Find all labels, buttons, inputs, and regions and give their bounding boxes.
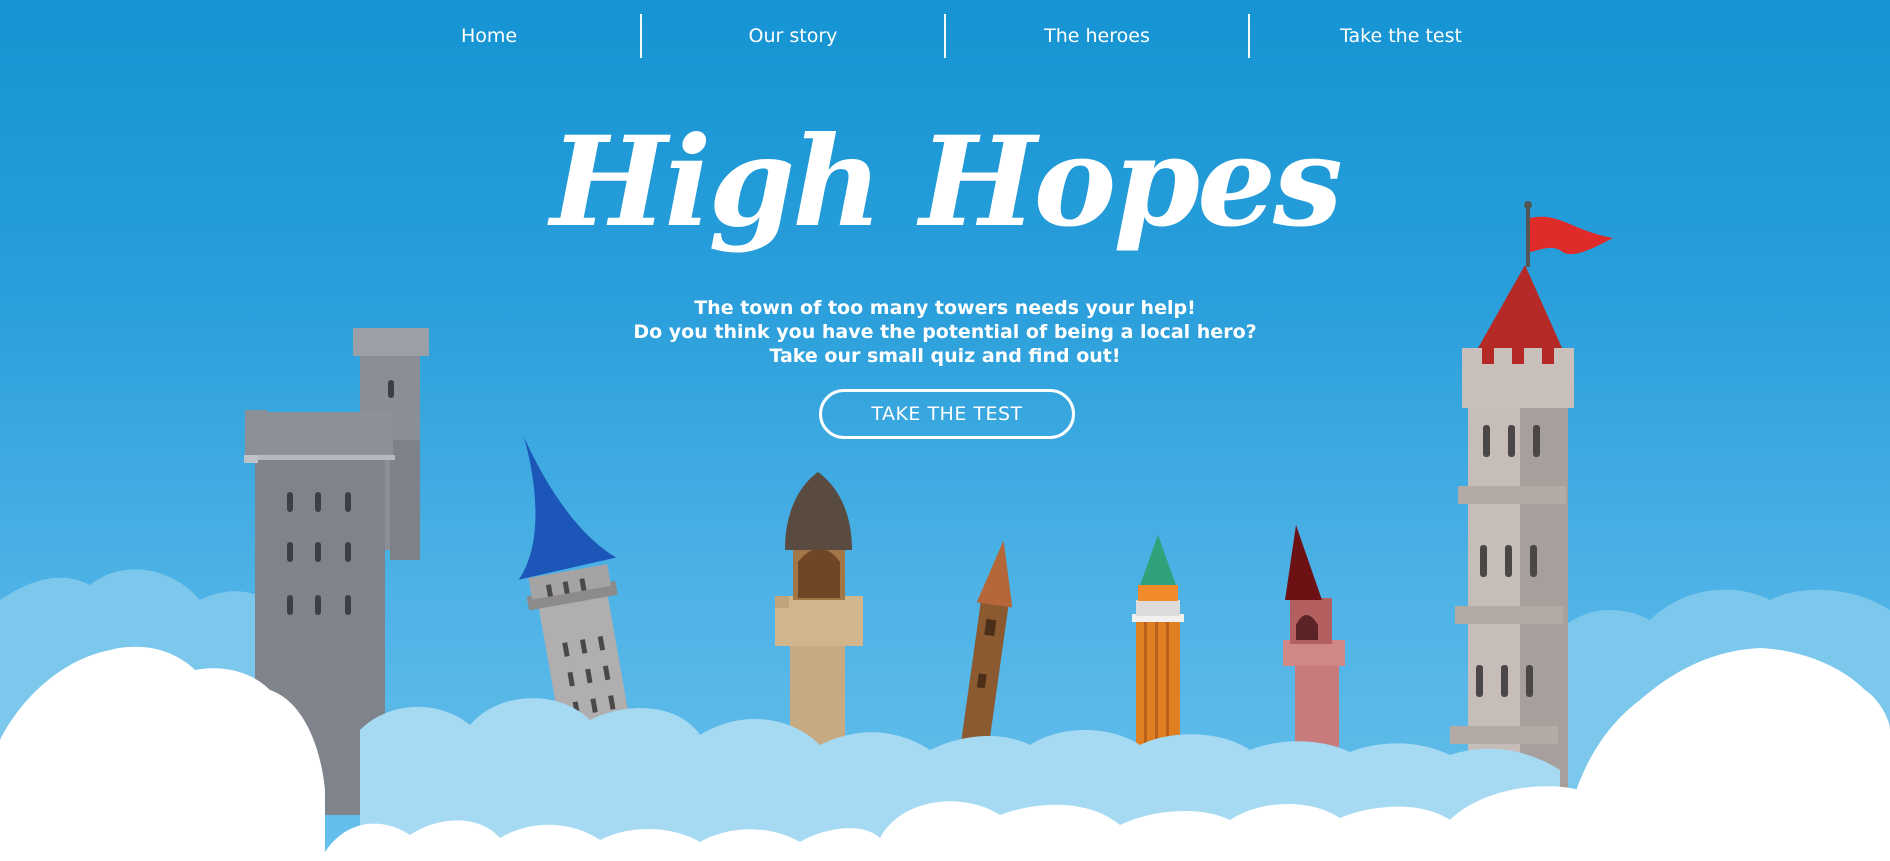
tagline-line: Take our small quiz and find out! [769,345,1121,367]
brown-spire-tower [957,540,1013,771]
tagline-line: Do you think you have the potential of b… [633,321,1257,343]
pink-dark-roof-tower [1283,525,1345,770]
page-title-logo: High Hopes [550,110,1343,255]
tagline: The town of too many towers needs your h… [0,296,1890,368]
tagline-line: The town of too many towers needs your h… [694,297,1196,319]
orange-striped-tower [1132,535,1184,750]
take-the-test-button[interactable]: TAKE THE TEST [819,389,1075,439]
